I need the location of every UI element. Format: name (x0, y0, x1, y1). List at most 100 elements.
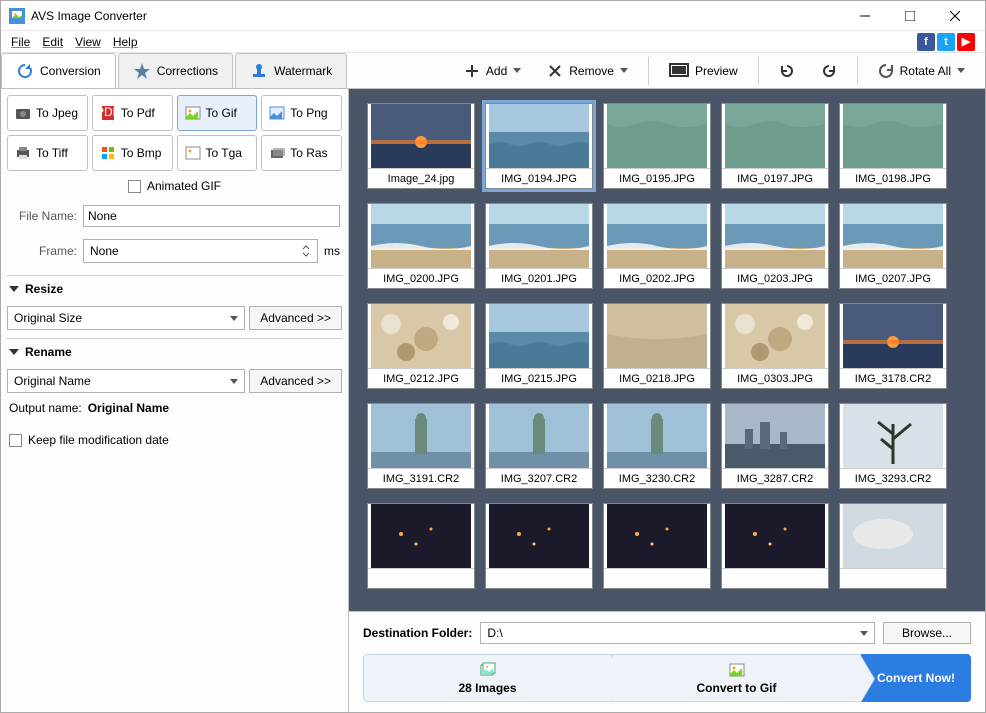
thumbnail-item[interactable]: IMG_3191.CR2 (367, 403, 475, 489)
thumbnail-item[interactable]: IMG_0194.JPG (485, 103, 593, 189)
thumbnail-item[interactable] (839, 503, 947, 589)
thumbnail-item[interactable]: IMG_0198.JPG (839, 103, 947, 189)
thumbnail-image (604, 104, 710, 168)
thumbnail-area[interactable]: Image_24.jpgIMG_0194.JPGIMG_0195.JPGIMG_… (349, 89, 985, 611)
format-pdf[interactable]: PDFTo Pdf (92, 95, 173, 131)
menu-file[interactable]: File (5, 33, 36, 51)
minimize-button[interactable] (842, 1, 887, 31)
thumbnail-image (840, 104, 946, 168)
maximize-button[interactable] (887, 1, 932, 31)
rename-header-label: Rename (25, 345, 72, 359)
thumbnail-label: IMG_0198.JPG (840, 168, 946, 188)
rotate-right-button[interactable] (811, 59, 847, 83)
thumbnail-item[interactable] (603, 503, 711, 589)
twitter-icon[interactable]: t (937, 33, 955, 51)
rotate-left-button[interactable] (769, 59, 805, 83)
thumbnail-item[interactable]: IMG_0215.JPG (485, 303, 593, 389)
menu-help[interactable]: Help (107, 33, 144, 51)
star-icon (133, 62, 151, 80)
close-button[interactable] (932, 1, 977, 31)
menu-edit[interactable]: Edit (36, 33, 69, 51)
thumbnail-item[interactable]: IMG_0207.JPG (839, 203, 947, 289)
stamp-icon (250, 62, 268, 80)
frame-spinner[interactable]: None (83, 239, 318, 263)
browse-button[interactable]: Browse... (883, 622, 971, 644)
tab-label: Conversion (40, 64, 101, 78)
refresh-icon (16, 62, 34, 80)
format-label: To Png (290, 106, 327, 120)
animated-gif-checkbox[interactable] (128, 180, 141, 193)
rename-advanced-button[interactable]: Advanced >> (249, 369, 342, 393)
thumbnail-item[interactable] (721, 503, 829, 589)
resize-advanced-button[interactable]: Advanced >> (249, 306, 342, 330)
windows-icon (99, 144, 117, 162)
tab-label: Watermark (274, 64, 332, 78)
thumbnail-image (722, 104, 828, 168)
add-label: Add (486, 64, 507, 78)
thumbnail-item[interactable]: IMG_0303.JPG (721, 303, 829, 389)
thumbnail-item[interactable]: IMG_0197.JPG (721, 103, 829, 189)
chevron-down-icon (9, 286, 19, 292)
format-label: To Bmp (121, 146, 162, 160)
keep-date-label: Keep file modification date (28, 433, 169, 447)
tab-corrections[interactable]: Corrections (118, 53, 233, 88)
format-grid: To Jpeg PDFTo Pdf To Gif To Png To Tiff … (7, 95, 342, 171)
thumbnail-label: IMG_0303.JPG (722, 368, 828, 388)
thumbnail-item[interactable]: IMG_0218.JPG (603, 303, 711, 389)
thumbnail-item[interactable]: IMG_3287.CR2 (721, 403, 829, 489)
convert-format-label: Convert to Gif (697, 681, 777, 695)
format-label: To Jpeg (36, 106, 78, 120)
format-png[interactable]: To Png (261, 95, 342, 131)
format-jpeg[interactable]: To Jpeg (7, 95, 88, 131)
destination-select[interactable]: D:\ (480, 622, 875, 644)
thumbnail-item[interactable]: IMG_3178.CR2 (839, 303, 947, 389)
format-tiff[interactable]: To Tiff (7, 135, 88, 171)
thumbnail-item[interactable]: Image_24.jpg (367, 103, 475, 189)
remove-button[interactable]: Remove (537, 59, 638, 83)
thumbnail-label: IMG_0212.JPG (368, 368, 474, 388)
thumbnail-item[interactable]: IMG_3293.CR2 (839, 403, 947, 489)
thumbnail-item[interactable] (367, 503, 475, 589)
format-gif[interactable]: To Gif (177, 95, 258, 131)
thumbnail-item[interactable]: IMG_3207.CR2 (485, 403, 593, 489)
format-label: To Pdf (121, 106, 155, 120)
thumbnail-item[interactable]: IMG_0201.JPG (485, 203, 593, 289)
destination-value: D:\ (487, 626, 502, 640)
right-panel: Image_24.jpgIMG_0194.JPGIMG_0195.JPGIMG_… (349, 89, 985, 712)
filename-input[interactable] (83, 205, 340, 227)
separator (648, 57, 649, 85)
thumbnail-item[interactable]: IMG_3230.CR2 (603, 403, 711, 489)
menu-view[interactable]: View (69, 33, 107, 51)
rename-header[interactable]: Rename (7, 338, 342, 365)
rotate-all-button[interactable]: Rotate All (868, 59, 975, 83)
tab-watermark[interactable]: Watermark (235, 53, 347, 88)
tab-conversion[interactable]: Conversion (1, 53, 116, 88)
thumbnail-item[interactable]: IMG_0212.JPG (367, 303, 475, 389)
thumbnail-item[interactable]: IMG_0200.JPG (367, 203, 475, 289)
rename-select[interactable]: Original Name (7, 369, 245, 393)
resize-header[interactable]: Resize (7, 275, 342, 302)
resize-select[interactable]: Original Size (7, 306, 245, 330)
separator (758, 57, 759, 85)
convert-now-button[interactable]: Convert Now! (861, 654, 971, 702)
thumbnail-item[interactable] (485, 503, 593, 589)
format-ras[interactable]: To Ras (261, 135, 342, 171)
youtube-icon[interactable]: ▶ (957, 33, 975, 51)
thumbnail-item[interactable]: IMG_0195.JPG (603, 103, 711, 189)
format-label: To Tga (206, 146, 242, 160)
thumbnail-label: IMG_3293.CR2 (840, 468, 946, 488)
thumbnail-image (368, 504, 474, 568)
facebook-icon[interactable]: f (917, 33, 935, 51)
thumbnail-label: IMG_0215.JPG (486, 368, 592, 388)
output-name-label: Output name: (9, 401, 82, 415)
thumbnail-item[interactable]: IMG_0203.JPG (721, 203, 829, 289)
thumbnail-label (840, 568, 946, 588)
thumbnail-image (486, 204, 592, 268)
keep-date-checkbox[interactable] (9, 434, 22, 447)
thumbnail-item[interactable]: IMG_0202.JPG (603, 203, 711, 289)
add-button[interactable]: Add (454, 59, 531, 83)
format-label: To Gif (206, 106, 237, 120)
preview-button[interactable]: Preview (659, 59, 748, 83)
format-bmp[interactable]: To Bmp (92, 135, 173, 171)
format-tga[interactable]: To Tga (177, 135, 258, 171)
